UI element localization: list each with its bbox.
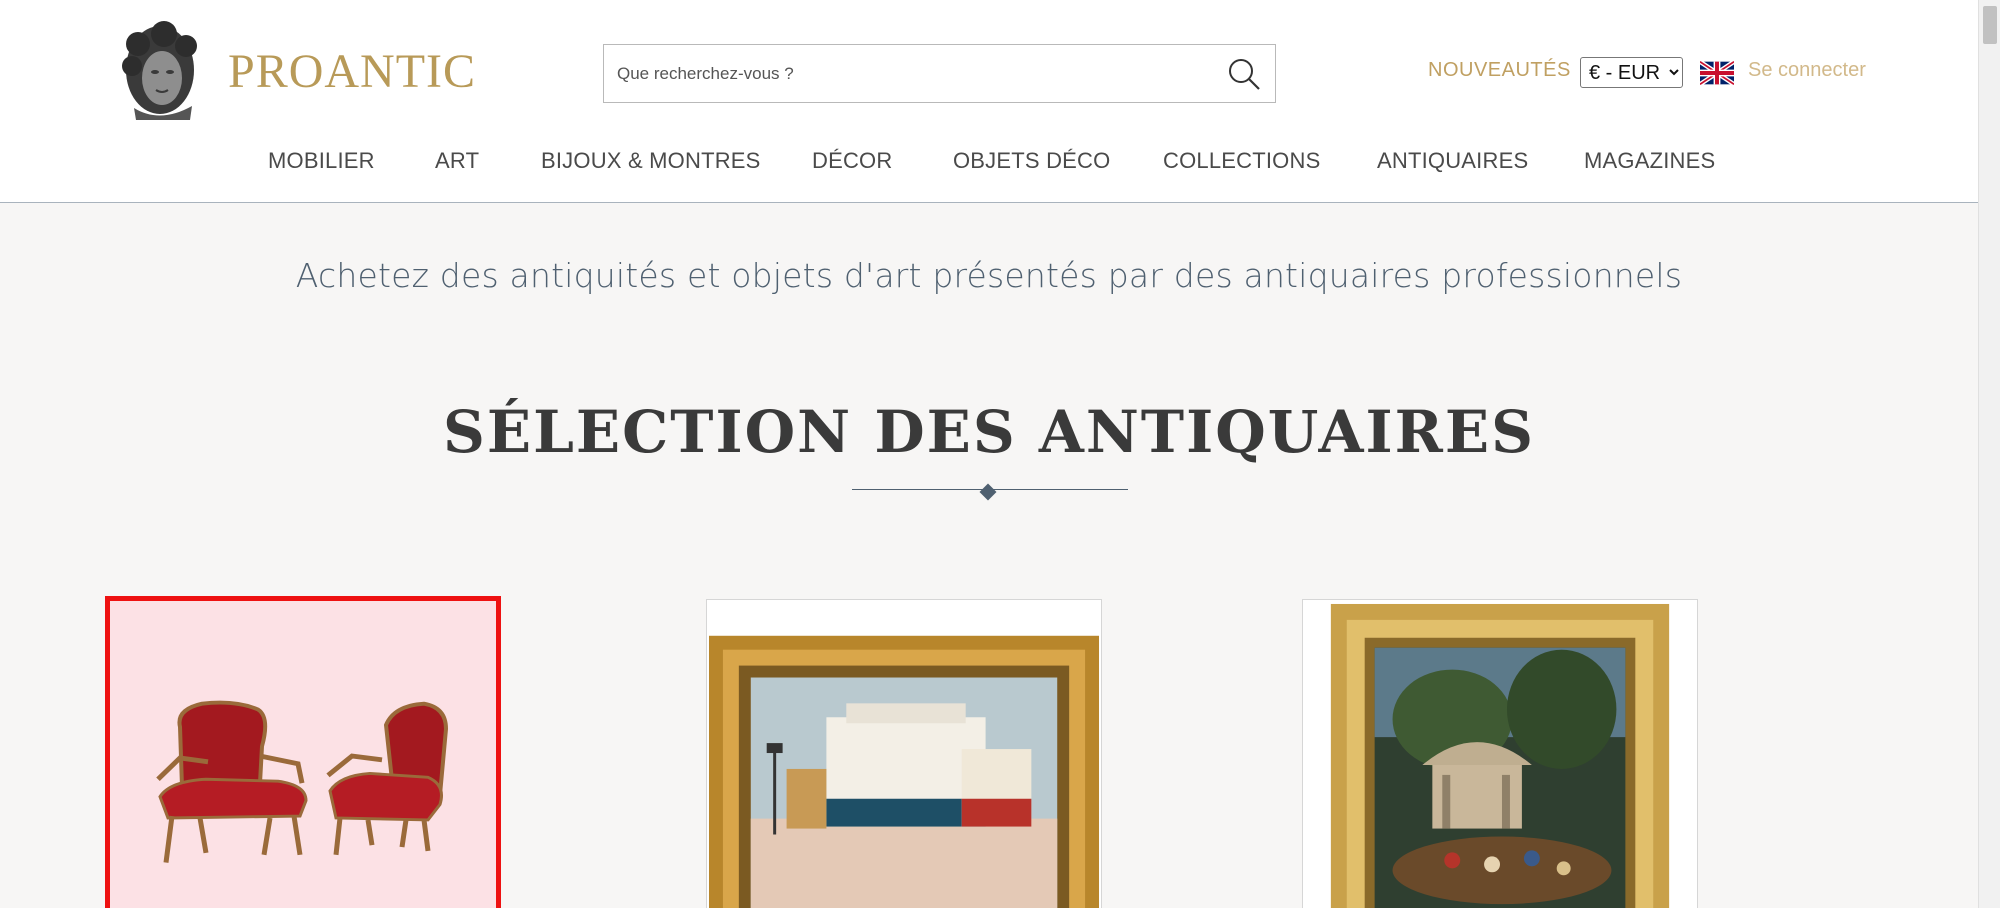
- street-painting-image: [707, 600, 1101, 908]
- nav-item-collections[interactable]: COLLECTIONS: [1163, 148, 1320, 174]
- logo-text: PROANTIC: [228, 44, 477, 98]
- product-card[interactable]: [706, 599, 1102, 908]
- nav-item-bijoux-montres[interactable]: BIJOUX & MONTRES: [541, 148, 761, 174]
- search-input[interactable]: [604, 45, 1204, 102]
- bust-logo-icon: [122, 21, 197, 120]
- currency-select[interactable]: € - EUR: [1580, 57, 1683, 88]
- nav-item-antiquaires[interactable]: ANTIQUAIRES: [1377, 148, 1528, 174]
- armchairs-image: [110, 601, 496, 908]
- scrollbar-thumb[interactable]: [1983, 6, 1997, 44]
- page-scrollbar[interactable]: [1978, 0, 2000, 908]
- uk-flag-icon[interactable]: [1700, 60, 1734, 86]
- logo-link[interactable]: PROANTIC: [112, 20, 476, 122]
- nav-item-objets-deco[interactable]: OBJETS DÉCO: [953, 148, 1110, 174]
- section-title: SÉLECTION DES ANTIQUAIRES: [443, 398, 1535, 466]
- search-icon[interactable]: [1227, 57, 1261, 91]
- garden-painting-image: [1303, 600, 1697, 908]
- nav-item-decor[interactable]: DÉCOR: [812, 148, 892, 174]
- product-card[interactable]: [105, 596, 501, 908]
- search-box: [603, 44, 1276, 103]
- nav-item-magazines[interactable]: MAGAZINES: [1584, 148, 1715, 174]
- site-header: PROANTIC NOUVEAUTÉS € - EUR Se connecter…: [0, 0, 1978, 203]
- product-card[interactable]: [1302, 599, 1698, 908]
- tagline: Achetez des antiquités et objets d'art p…: [295, 256, 1683, 295]
- nav-item-art[interactable]: ART: [435, 148, 479, 174]
- title-divider-diamond: [979, 483, 997, 501]
- nav-item-mobilier[interactable]: MOBILIER: [268, 148, 375, 174]
- login-link[interactable]: Se connecter: [1748, 59, 1866, 82]
- nouveautes-link[interactable]: NOUVEAUTÉS: [1428, 59, 1571, 82]
